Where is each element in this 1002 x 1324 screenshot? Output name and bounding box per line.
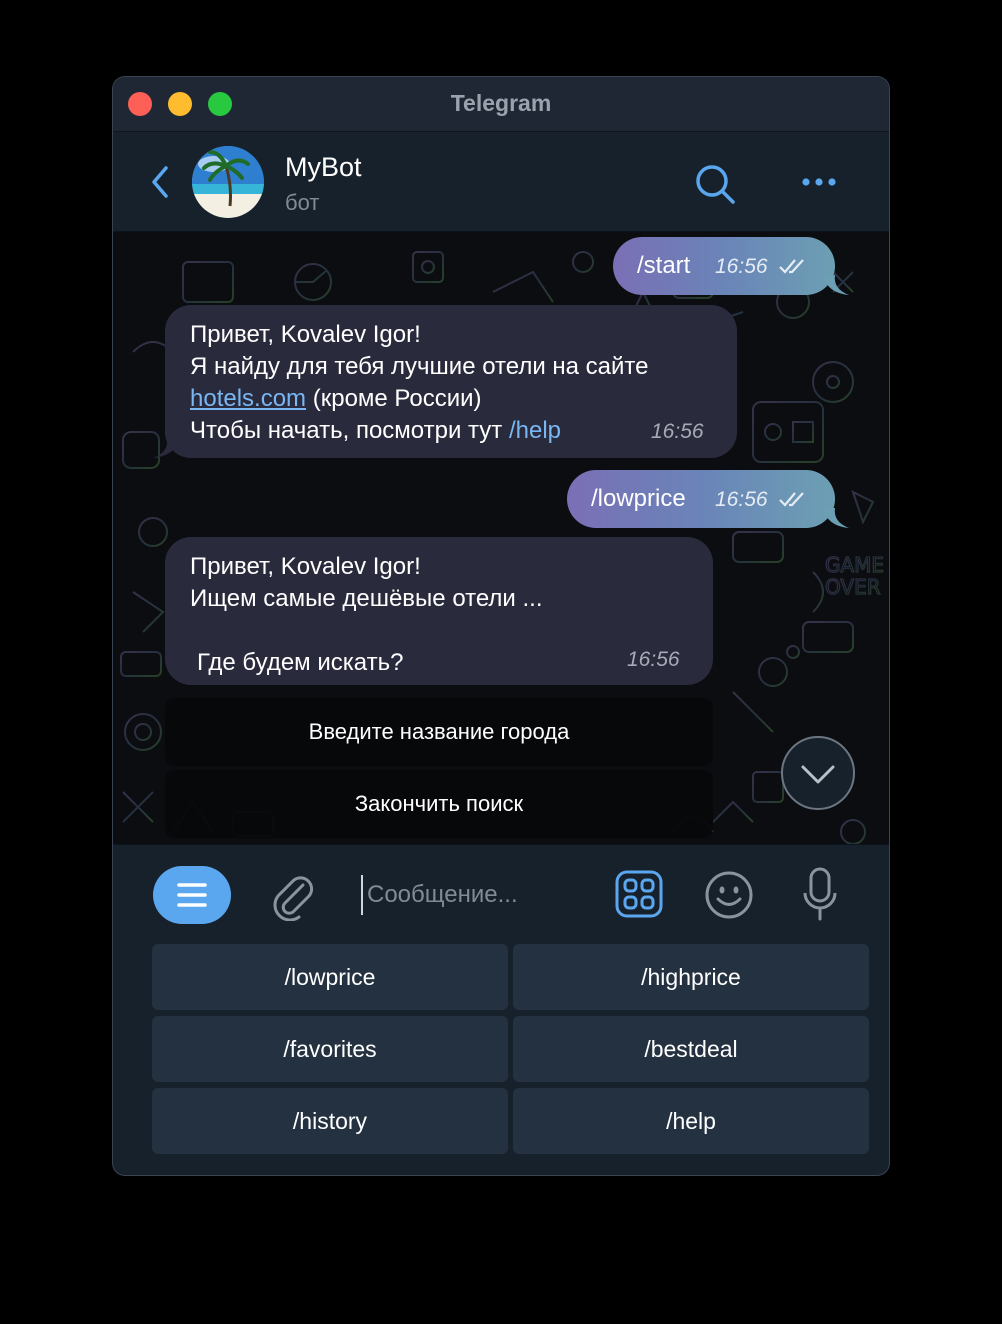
attach-button[interactable] xyxy=(269,871,317,922)
message-text: Ищем самые дешёвые отели ... xyxy=(190,585,543,612)
search-button[interactable] xyxy=(693,162,737,206)
avatar[interactable] xyxy=(192,146,264,218)
emoji-button[interactable] xyxy=(704,870,754,920)
chevron-down-icon xyxy=(801,765,835,784)
keyboard-button-history[interactable]: /history xyxy=(152,1088,508,1154)
chat-title[interactable]: MyBot xyxy=(285,152,362,183)
message-text: Привет, Kovalev Igor! xyxy=(190,321,421,348)
title-bar: Telegram xyxy=(113,77,889,132)
message-time: 16:56 xyxy=(715,488,768,511)
inline-button-enter-city[interactable]: Введите название города xyxy=(165,698,713,766)
incoming-message[interactable]: Привет, Kovalev Igor! Ищем самые дешёвые… xyxy=(165,537,713,685)
message-text: Я найду для тебя лучшие отели на сайте xyxy=(190,353,649,380)
message-input[interactable] xyxy=(361,875,601,915)
outgoing-message[interactable]: /start 16:56 xyxy=(613,237,835,295)
message-time: 16:56 xyxy=(715,255,768,278)
message-text: hotels.com (кроме России) xyxy=(190,385,482,413)
more-dots-icon xyxy=(802,178,836,186)
message-text: /start xyxy=(637,252,691,279)
bot-commands-button[interactable] xyxy=(615,870,663,918)
chat-area[interactable]: GAME OVER /start 16:56 Привет, Kovalev I… xyxy=(113,232,889,844)
double-check-icon xyxy=(779,492,804,507)
bubble-tail xyxy=(823,275,849,295)
chat-header: MyBot бот xyxy=(113,132,889,232)
double-check-icon xyxy=(779,259,804,274)
message-text: /lowprice xyxy=(591,485,686,512)
message-composer xyxy=(113,844,889,944)
smile-icon xyxy=(705,871,753,919)
message-time: 16:56 xyxy=(651,420,704,443)
telegram-window: Telegram MyBot бот GAME OVER /start 16:5… xyxy=(113,77,889,1175)
keyboard-button-highprice[interactable]: /highprice xyxy=(513,944,869,1010)
bubble-tail xyxy=(823,508,849,528)
window-title: Telegram xyxy=(450,90,552,116)
back-button[interactable] xyxy=(146,162,176,202)
paperclip-icon xyxy=(273,876,314,922)
message-time: 16:56 xyxy=(627,648,680,671)
microphone-icon xyxy=(803,867,837,921)
incoming-message[interactable]: Привет, Kovalev Igor! Я найду для тебя л… xyxy=(165,305,737,458)
outgoing-message[interactable]: /lowprice 16:56 xyxy=(567,470,835,528)
scroll-down-button[interactable] xyxy=(781,736,855,810)
commands-grid-icon xyxy=(615,870,663,918)
message-text: Привет, Kovalev Igor! xyxy=(190,553,421,580)
keyboard-button-help[interactable]: /help xyxy=(513,1088,869,1154)
keyboard-button-favorites[interactable]: /favorites xyxy=(152,1016,508,1082)
keyboard-button-lowprice[interactable]: /lowprice xyxy=(152,944,508,1010)
more-button[interactable] xyxy=(799,167,839,197)
svg-text:OVER: OVER xyxy=(825,575,881,599)
bot-menu-button[interactable] xyxy=(153,866,231,924)
message-text: Чтобы начать, посмотри тут xyxy=(190,417,509,444)
help-command-link[interactable]: /help xyxy=(509,417,561,444)
voice-message-button[interactable] xyxy=(802,867,838,921)
svg-text:GAME: GAME xyxy=(825,553,884,577)
chevron-left-icon xyxy=(152,166,168,198)
keyboard-button-bestdeal[interactable]: /bestdeal xyxy=(513,1016,869,1082)
message-text: Где будем искать? xyxy=(197,649,404,676)
message-text: Чтобы начать, посмотри тут /help xyxy=(190,417,561,445)
chat-status: бот xyxy=(285,190,320,215)
menu-icon xyxy=(177,883,207,907)
hotels-link[interactable]: hotels.com xyxy=(190,385,306,412)
inline-button-finish-search[interactable]: Закончить поиск xyxy=(165,770,713,838)
message-text: (кроме России) xyxy=(306,385,482,412)
search-icon xyxy=(696,165,735,204)
